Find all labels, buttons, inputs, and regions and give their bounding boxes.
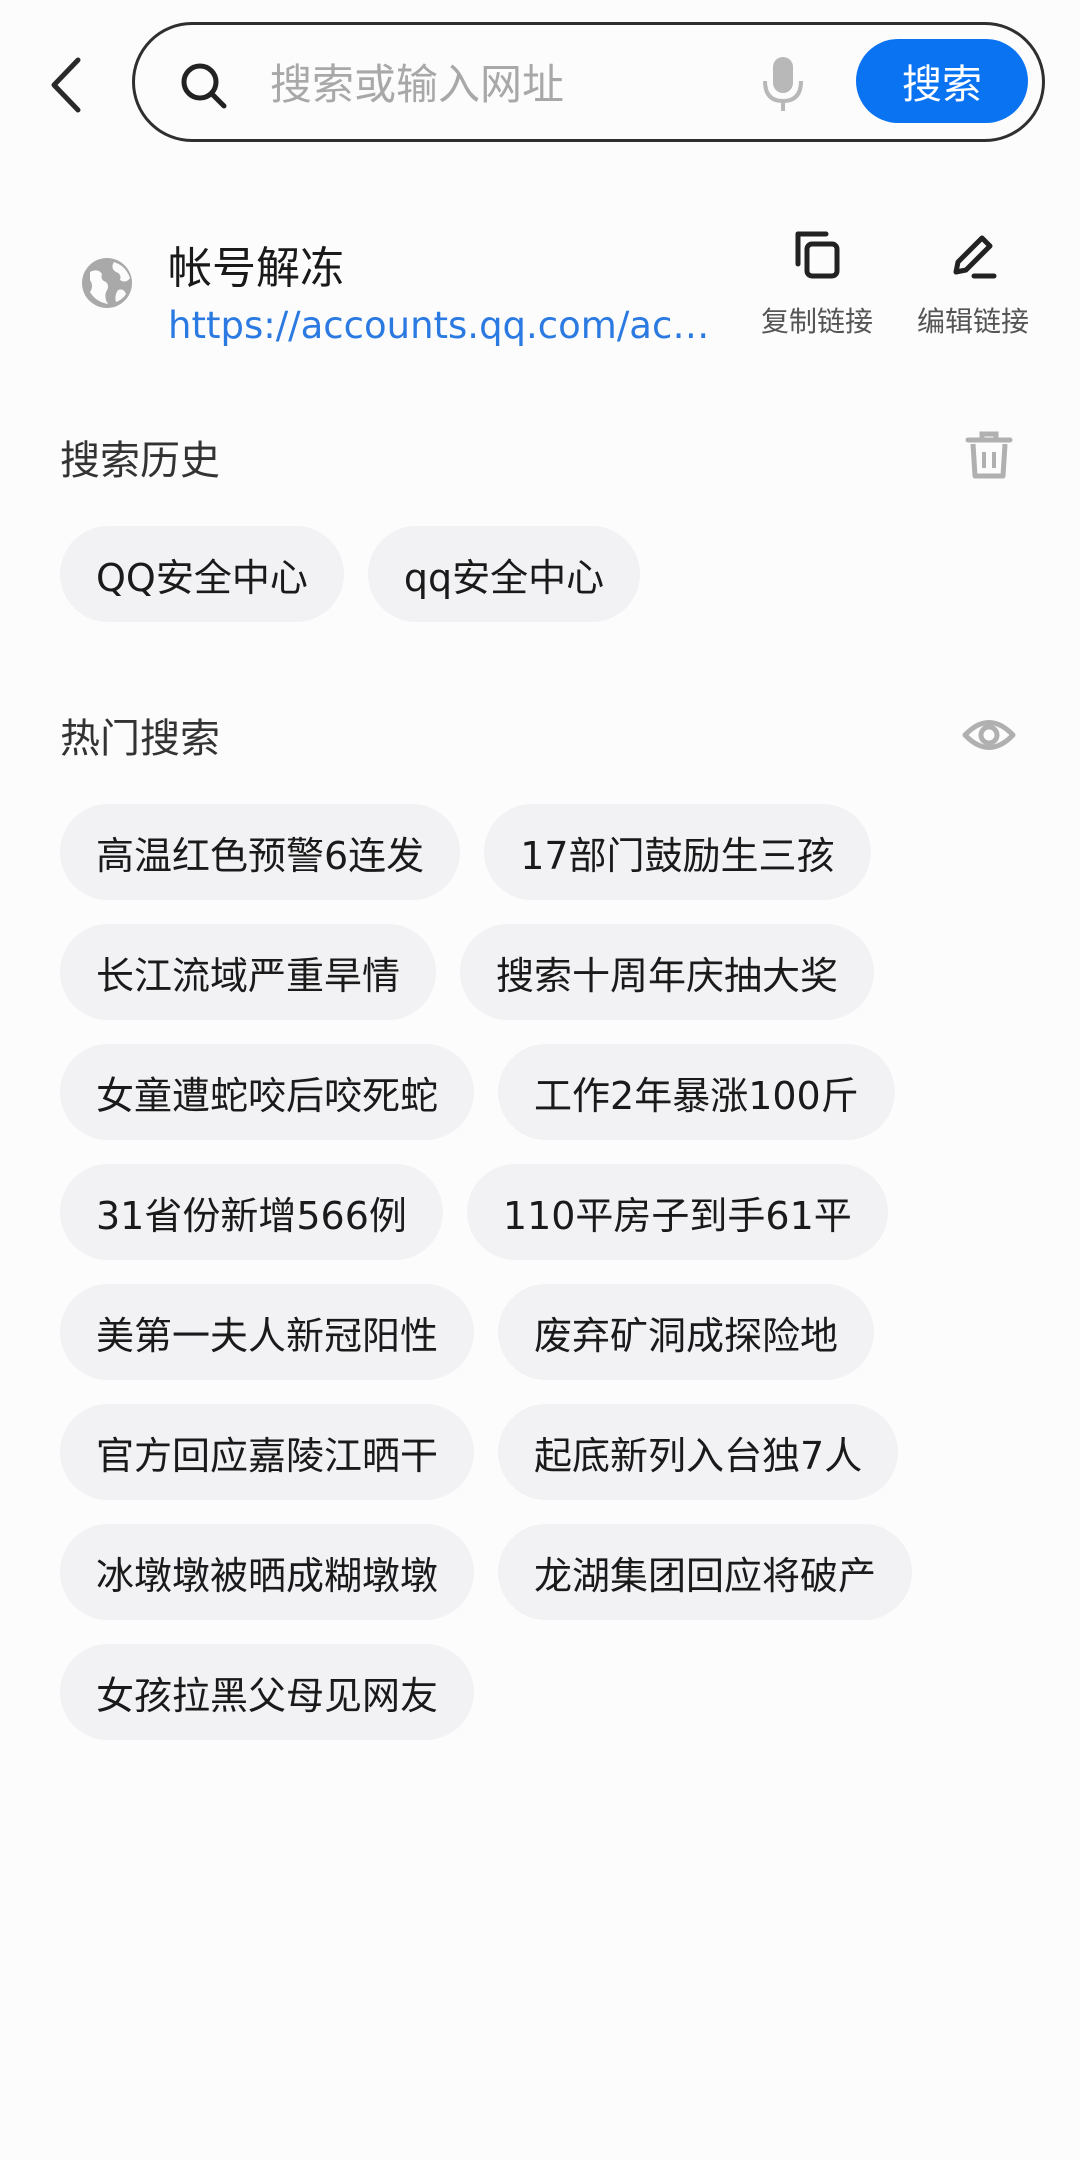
hot-search-chip[interactable]: 长江流域严重旱情 [60,924,437,1020]
copy-icon [795,231,840,279]
hot-search-chip[interactable]: 冰墩墩被晒成糊墩墩 [60,1524,475,1620]
trash-icon[interactable] [962,428,1016,482]
hot-search-chip[interactable]: 女童遭蛇咬后咬死蛇 [60,1044,475,1140]
history-chip[interactable]: QQ安全中心 [60,526,344,622]
hot-search-chip[interactable]: 工作2年暴涨100斤 [498,1044,895,1140]
browser-search-page: 搜索 帐号解冻 https://accounts.qq.com/acc… 复制链… [0,0,1080,2160]
search-input[interactable] [270,53,770,115]
hot-search-chip[interactable]: 17部门鼓励生三孩 [484,804,871,900]
search-icon [181,63,227,109]
hot-search-chip[interactable]: 龙湖集团回应将破产 [498,1524,913,1620]
back-arrow-icon [51,57,81,113]
edit-pencil-icon [953,235,997,279]
microphone-icon[interactable] [761,55,805,115]
search-button[interactable]: 搜索 [856,39,1028,123]
page-title: 帐号解冻 [168,243,344,294]
hot-search-chip[interactable]: 起底新列入台独7人 [498,1404,899,1500]
hot-search-chip[interactable]: 31省份新增566例 [60,1164,443,1260]
hot-search-chip[interactable]: 官方回应嘉陵江晒干 [60,1404,475,1500]
edit-link-button[interactable]: 编辑链接 [908,228,1038,356]
back-button[interactable] [40,50,92,120]
hot-search-title: 热门搜索 [60,716,220,762]
copy-link-label: 复制链接 [760,305,873,338]
hot-search-chip[interactable]: 高温红色预警6连发 [60,804,461,900]
search-bar: 搜索 [132,22,1045,142]
history-chip[interactable]: qq安全中心 [367,526,641,622]
hot-search-chip[interactable]: 美第一夫人新冠阳性 [60,1284,475,1380]
copy-link-button[interactable]: 复制链接 [752,228,882,356]
hot-search-list: 高温红色预警6连发 17部门鼓励生三孩 长江流域严重旱情 搜索十周年庆抽大奖 女… [60,804,1020,1740]
hot-search-chip[interactable]: 女孩拉黑父母见网友 [60,1644,475,1740]
hot-search-chip[interactable]: 搜索十周年庆抽大奖 [460,924,875,1020]
globe-icon [82,258,132,308]
search-history-list: QQ安全中心 qq安全中心 [60,526,1020,622]
search-history-title: 搜索历史 [60,438,220,484]
hot-search-chip[interactable]: 废弃矿洞成探险地 [498,1284,875,1380]
page-url[interactable]: https://accounts.qq.com/acc… [168,304,713,347]
eye-icon[interactable] [962,708,1016,762]
hot-search-chip[interactable]: 110平房子到手61平 [466,1164,888,1260]
edit-link-label: 编辑链接 [916,305,1029,338]
